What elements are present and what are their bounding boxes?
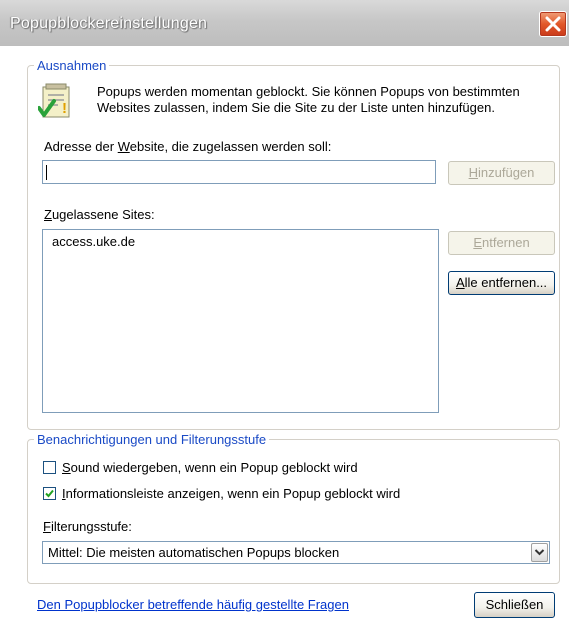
dialog-content: Ausnahmen ! Popups werden momentan geblo…: [0, 46, 569, 628]
filter-level-value: Mittel: Die meisten automatischen Popups…: [48, 545, 340, 560]
close-window-button[interactable]: [539, 11, 567, 37]
filter-level-label: Filterungsstufe:: [43, 519, 132, 534]
info-line-2: Websites zulassen, indem Sie die Site zu…: [97, 100, 495, 115]
filter-level-select[interactable]: Mittel: Die meisten automatischen Popups…: [42, 541, 550, 564]
list-item[interactable]: access.uke.de: [52, 234, 135, 249]
exceptions-group-label: Ausnahmen: [37, 58, 107, 73]
window-title: Popupblockereinstellungen: [10, 15, 208, 32]
faq-link[interactable]: Den Popupblocker betreffende häufig gest…: [37, 597, 349, 612]
add-button[interactable]: Hinzufügen: [448, 161, 555, 185]
notifications-group-label: Benachrichtigungen und Filterungsstufe: [37, 432, 267, 447]
allowed-sites-label: Zugelassene Sites:: [44, 207, 155, 222]
dropdown-button[interactable]: [531, 543, 548, 562]
infobar-checkbox-label[interactable]: Informationsleiste anzeigen, wenn ein Po…: [62, 486, 400, 501]
exceptions-info-text: Popups werden momentan geblockt. Sie kön…: [97, 84, 520, 116]
checklist-info-icon: !: [37, 83, 72, 121]
title-bar[interactable]: Popupblockereinstellungen: [0, 0, 569, 46]
svg-text:!: !: [62, 100, 67, 117]
info-line-1: Popups werden momentan geblockt. Sie kön…: [97, 84, 520, 99]
popup-blocker-settings-window: Popupblockereinstellungen Ausnahmen ! Po…: [0, 0, 569, 628]
allowed-sites-list[interactable]: access.uke.de: [42, 229, 439, 413]
sound-checkbox[interactable]: [43, 461, 56, 474]
address-label: Adresse der Website, die zugelassen werd…: [44, 139, 332, 154]
close-icon: [545, 16, 561, 32]
chevron-down-icon: [534, 549, 545, 556]
checkmark-icon: [45, 489, 54, 498]
address-input[interactable]: [42, 160, 436, 184]
infobar-checkbox[interactable]: [43, 487, 56, 500]
remove-button[interactable]: Entfernen: [448, 231, 555, 255]
sound-checkbox-label[interactable]: Sound wiedergeben, wenn ein Popup gebloc…: [62, 460, 358, 475]
remove-all-button[interactable]: Alle entfernen...: [448, 271, 555, 295]
text-cursor: [46, 165, 47, 180]
close-button[interactable]: Schließen: [474, 592, 555, 618]
